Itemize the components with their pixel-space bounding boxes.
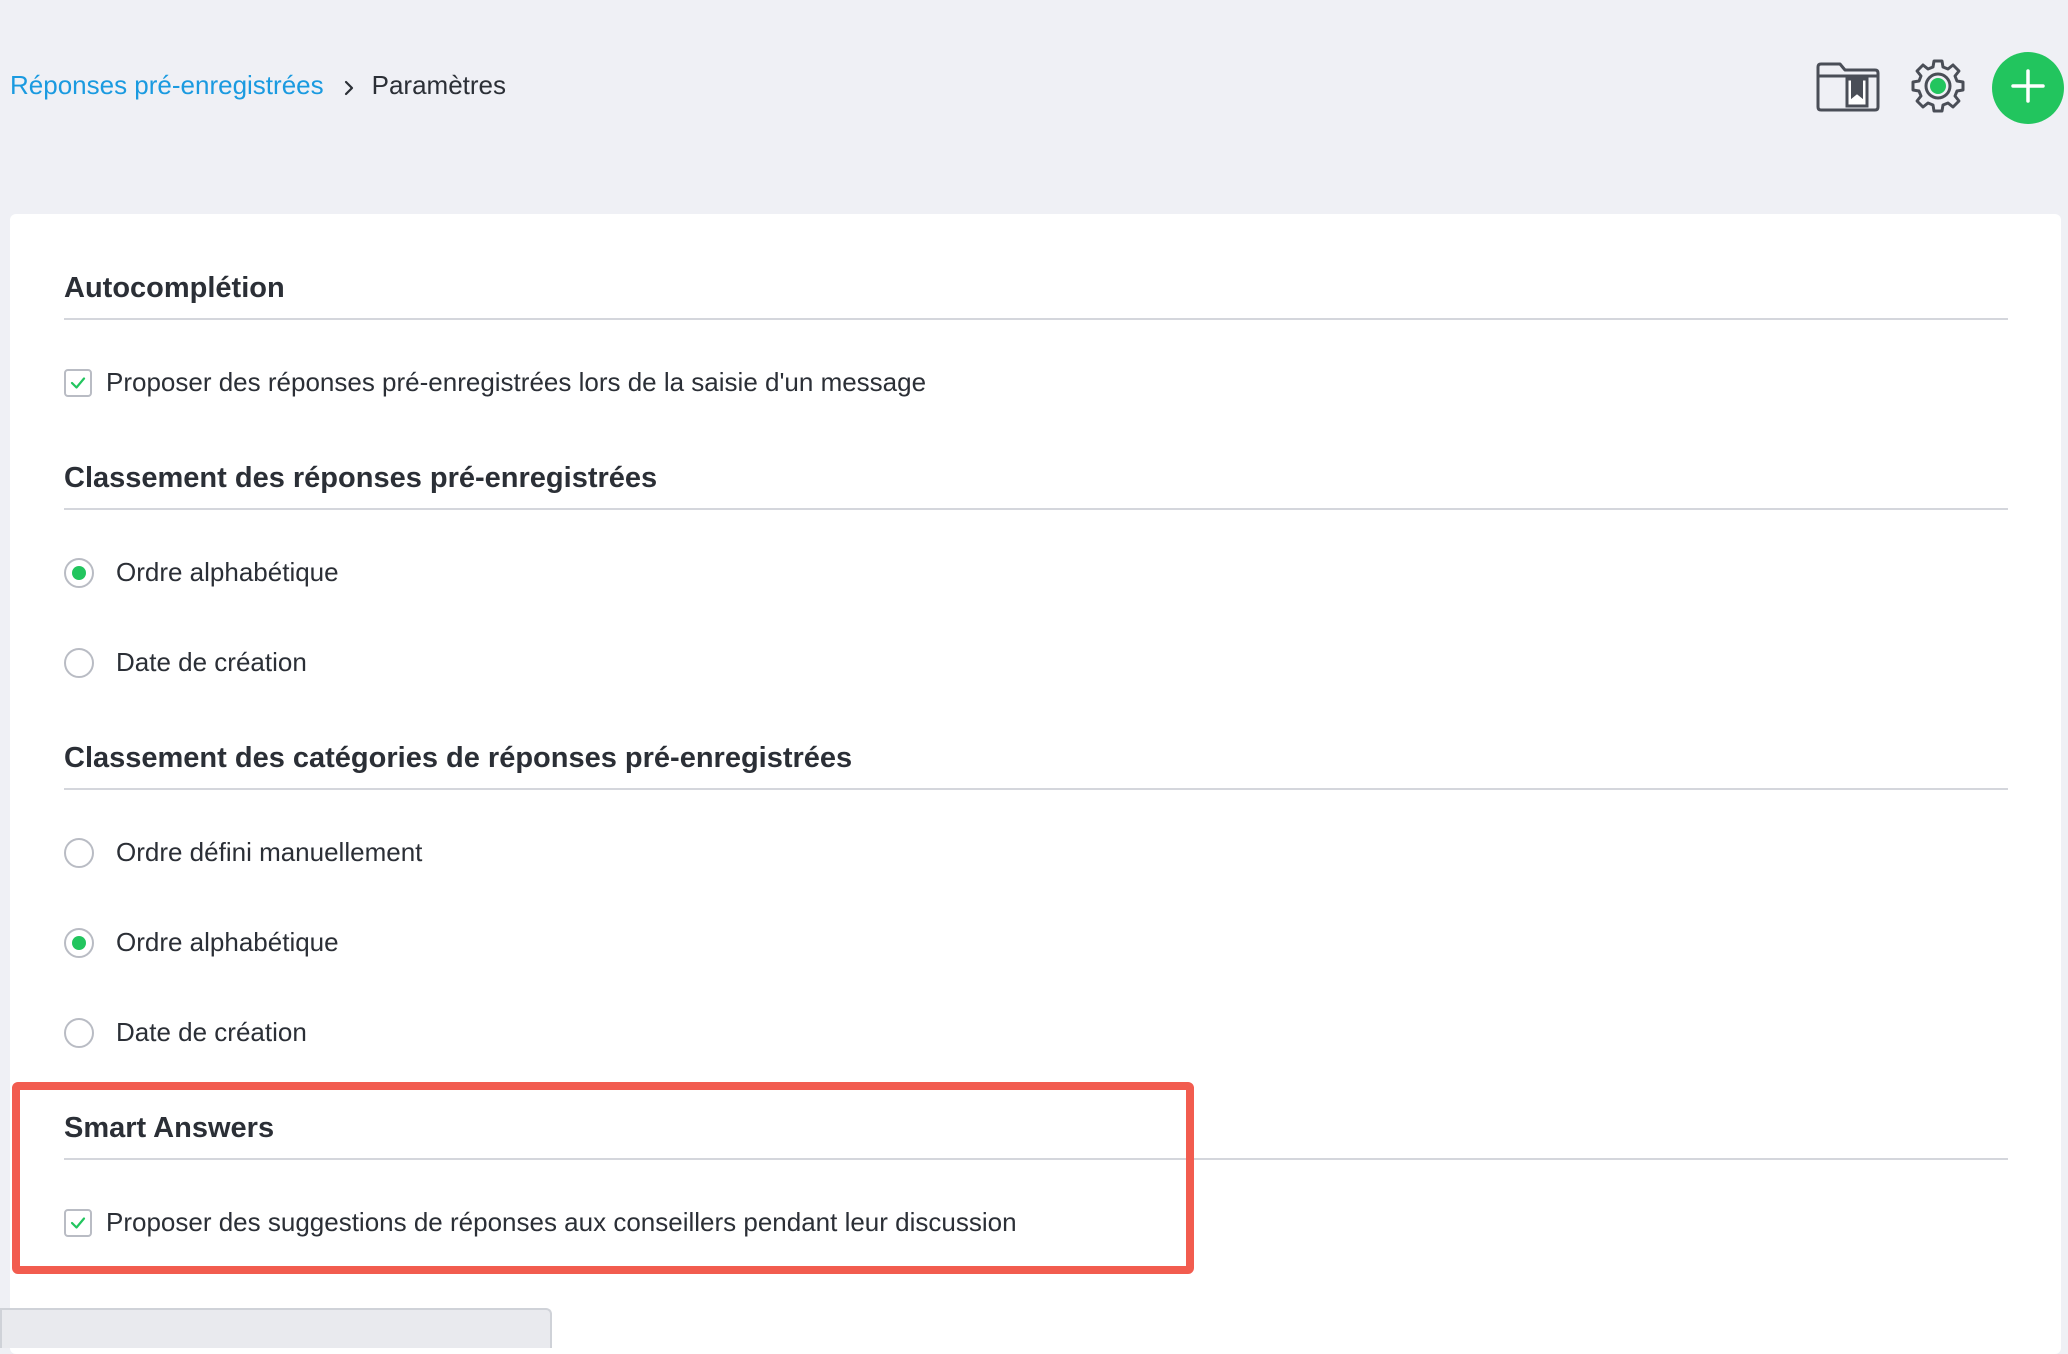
section-divider <box>64 318 2008 320</box>
section-divider <box>64 508 2008 510</box>
categories-sort-radio-creation-date[interactable] <box>64 1017 94 1048</box>
add-button[interactable] <box>1992 52 2064 124</box>
answers-sort-option-alphabetical[interactable]: Ordre alphabétique <box>64 557 339 588</box>
smart-answers-checkbox[interactable] <box>64 1208 92 1237</box>
categories-sort-option-creation-date[interactable]: Date de création <box>64 1017 307 1048</box>
chevron-right-icon <box>338 75 360 97</box>
section-title-answers-sort: Classement des réponses pré-enregistrées <box>64 462 658 494</box>
autocompletion-option-label: Proposer des réponses pré-enregistrées l… <box>106 367 927 397</box>
categories-sort-option-label: Ordre défini manuellement <box>116 837 423 867</box>
radio-selected-dot <box>72 565 86 580</box>
plus-icon <box>2008 66 2048 111</box>
breadcrumb-current: Paramètres <box>371 70 507 100</box>
answers-sort-radio-alphabetical[interactable] <box>64 557 94 588</box>
smart-answers-option-label: Proposer des suggestions de réponses aux… <box>106 1207 1017 1237</box>
folder-bookmark-icon <box>1815 59 1881 118</box>
answers-sort-option-label: Ordre alphabétique <box>116 557 339 587</box>
answers-sort-option-label: Date de création <box>116 647 307 677</box>
library-button[interactable] <box>1812 52 1884 124</box>
autocompletion-option[interactable]: Proposer des réponses pré-enregistrées l… <box>64 367 926 398</box>
categories-sort-option-label: Ordre alphabétique <box>116 927 339 957</box>
toolbar <box>1794 52 2064 124</box>
settings-button[interactable] <box>1902 52 1974 124</box>
autocompletion-checkbox[interactable] <box>64 368 92 397</box>
gear-icon <box>1910 58 1966 119</box>
check-icon <box>70 376 86 389</box>
categories-sort-radio-manual[interactable] <box>64 837 94 868</box>
answers-sort-option-creation-date[interactable]: Date de création <box>64 647 307 678</box>
smart-answers-option[interactable]: Proposer des suggestions de réponses aux… <box>64 1207 1017 1238</box>
radio-selected-dot <box>72 935 86 950</box>
check-icon <box>70 1216 86 1229</box>
categories-sort-option-manual[interactable]: Ordre défini manuellement <box>64 837 422 868</box>
section-divider <box>64 1158 2008 1160</box>
bottom-panel-tab[interactable] <box>0 1308 552 1348</box>
breadcrumb: Réponses pré-enregistrées Paramètres <box>10 70 506 101</box>
section-title-smart-answers: Smart Answers <box>64 1112 275 1144</box>
breadcrumb-parent-link[interactable]: Réponses pré-enregistrées <box>10 70 324 101</box>
categories-sort-radio-alphabetical[interactable] <box>64 927 94 958</box>
section-title-categories-sort: Classement des catégories de réponses pr… <box>64 742 853 774</box>
settings-card: Autocomplétion Proposer des réponses pré… <box>10 214 2061 1354</box>
categories-sort-option-alphabetical[interactable]: Ordre alphabétique <box>64 927 339 958</box>
section-title-autocompletion: Autocomplétion <box>64 272 285 304</box>
categories-sort-option-label: Date de création <box>116 1017 307 1047</box>
section-divider <box>64 788 2008 790</box>
answers-sort-radio-creation-date[interactable] <box>64 647 94 678</box>
